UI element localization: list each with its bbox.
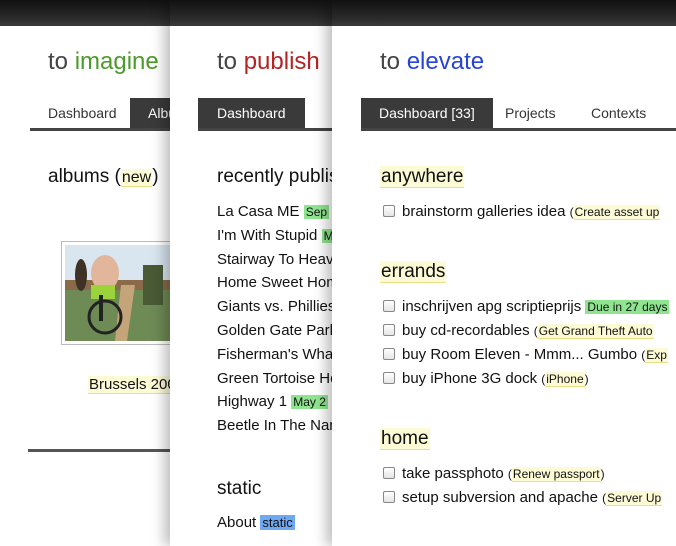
static-item: About static — [217, 514, 295, 531]
brand-word: elevate — [406, 48, 485, 75]
window-titlebar — [170, 0, 350, 26]
post-title-link[interactable]: Giants vs. Phillies — [217, 298, 335, 315]
album-photo — [65, 245, 177, 341]
brand-imagine: to imagine — [48, 48, 159, 75]
action-item: buy iPhone 3G dock (iPhone) — [383, 370, 589, 387]
post-item: Beetle In The Name — [217, 417, 350, 434]
static-tag[interactable]: static — [260, 515, 295, 530]
action-checkbox[interactable] — [383, 467, 395, 479]
action-item: take passphoto (Renew passport) — [383, 465, 605, 482]
project-link[interactable]: Exp — [645, 348, 668, 363]
window-imagine: to imagine Dashboard Albums albums (new)… — [0, 0, 190, 546]
tab-dashboard[interactable]: Dashboard [33] — [361, 98, 493, 128]
project-link[interactable]: iPhone — [545, 372, 585, 387]
divider — [28, 449, 190, 452]
action-text: setup subversion and apache — [402, 489, 598, 506]
action-text: buy iPhone 3G dock — [402, 370, 538, 387]
tab-dashboard[interactable]: Dashboard — [198, 98, 305, 128]
post-title-link[interactable]: La Casa ME — [217, 203, 300, 220]
post-item: Fisherman's Wharf — [217, 346, 342, 363]
albums-heading: albums (new) — [48, 166, 159, 187]
new-album-link[interactable]: new — [120, 169, 153, 187]
post-item: La Casa ME Sep — [217, 203, 330, 220]
post-item: Home Sweet Home — [217, 274, 347, 291]
window-titlebar — [332, 0, 676, 26]
post-item: Golden Gate Park — [217, 322, 337, 339]
post-title-link[interactable]: Highway 1 — [217, 393, 287, 410]
post-title-link[interactable]: Golden Gate Park — [217, 322, 337, 339]
tab-dashboard[interactable]: Dashboard — [30, 98, 135, 128]
tab-bar: Dashboard [33] Projects Contexts — [361, 98, 676, 131]
action-checkbox[interactable] — [383, 348, 395, 360]
recently-published-heading: recently published — [217, 166, 350, 187]
window-elevate: to elevate Dashboard [33] Projects Conte… — [332, 0, 676, 546]
action-text: buy Room Eleven - Mmm... Gumbo — [402, 346, 638, 363]
tab-contexts[interactable]: Contexts — [573, 98, 664, 128]
action-checkbox[interactable] — [383, 491, 395, 503]
action-checkbox[interactable] — [383, 372, 395, 384]
brand-word: imagine — [74, 48, 159, 75]
post-title-link[interactable]: Fisherman's Wharf — [217, 346, 342, 363]
action-item: inschrijven apg scriptieprijs Due in 27 … — [383, 298, 670, 315]
window-publish: to publish Dashboard recently published … — [170, 0, 350, 546]
action-text: brainstorm galleries idea — [402, 203, 566, 220]
post-item: Green Tortoise Hostel — [217, 370, 350, 387]
post-title-link[interactable]: Beetle In The Name — [217, 417, 350, 434]
context-heading-anywhere[interactable]: anywhere — [380, 166, 465, 188]
tab-projects[interactable]: Projects — [487, 98, 574, 128]
post-item: Highway 1 May 2 — [217, 393, 328, 410]
static-heading: static — [217, 478, 262, 499]
static-item-link[interactable]: About — [217, 514, 256, 531]
due-badge: Due in 27 days — [585, 300, 670, 314]
post-date-badge: May 2 — [291, 395, 328, 410]
action-checkbox[interactable] — [383, 300, 395, 312]
action-text: take passphoto — [402, 465, 504, 482]
post-item: Giants vs. Phillies — [217, 298, 335, 315]
post-date-badge: Sep — [303, 205, 330, 219]
action-checkbox[interactable] — [383, 324, 395, 336]
post-title-link[interactable]: Home Sweet Home — [217, 274, 347, 291]
action-item: brainstorm galleries idea (Create asset … — [383, 203, 661, 220]
post-item: Stairway To Heaven — [217, 251, 350, 268]
album-thumbnail[interactable] — [61, 241, 181, 345]
action-text: buy cd-recordables — [402, 322, 530, 339]
project-link[interactable]: Renew passport — [511, 467, 601, 482]
action-item: buy Room Eleven - Mmm... Gumbo (Exp — [383, 346, 668, 363]
context-heading-home[interactable]: home — [380, 428, 430, 450]
tab-bar: Dashboard Albums — [30, 98, 190, 131]
project-link[interactable]: Get Grand Theft Auto — [537, 324, 654, 339]
brand-publish: to publish — [217, 48, 320, 75]
post-title-link[interactable]: I'm With Stupid — [217, 227, 317, 244]
brand-word: publish — [243, 48, 320, 75]
post-item: I'm With Stupid M — [217, 227, 336, 244]
brand-elevate: to elevate — [380, 48, 485, 75]
context-heading-errands[interactable]: errands — [380, 261, 447, 283]
post-title-link[interactable]: Stairway To Heaven — [217, 251, 350, 268]
project-link[interactable]: Server Up — [606, 491, 663, 506]
action-text: inschrijven apg scriptieprijs — [402, 298, 582, 315]
window-titlebar — [0, 0, 190, 26]
post-title-link[interactable]: Green Tortoise Hostel — [217, 370, 350, 387]
action-checkbox[interactable] — [383, 205, 395, 217]
project-link[interactable]: Create asset up — [573, 205, 661, 220]
action-item: setup subversion and apache (Server Up — [383, 489, 663, 506]
action-item: buy cd-recordables (Get Grand Theft Auto — [383, 322, 654, 339]
tab-bar: Dashboard — [198, 98, 350, 131]
